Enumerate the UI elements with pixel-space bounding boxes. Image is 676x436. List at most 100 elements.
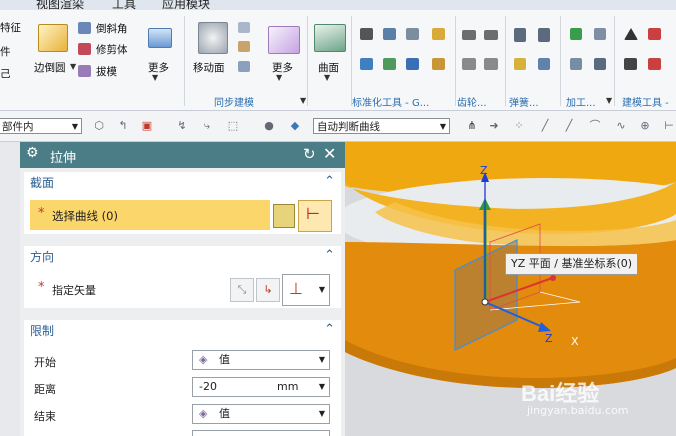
more-features-icon[interactable]: [148, 28, 172, 48]
gear-tool-icon-3[interactable]: [462, 58, 476, 70]
edge-blend-icon[interactable]: [38, 24, 68, 52]
edge-blend-button[interactable]: 边倒圆: [34, 60, 66, 75]
collapse-icon[interactable]: ⌃: [324, 171, 335, 193]
crosshair-icon[interactable]: ⊕: [638, 120, 652, 132]
spring-tool-icon-2[interactable]: [538, 28, 550, 42]
curve-icon[interactable]: ⌒: [588, 120, 602, 132]
more-features-dropdown-icon[interactable]: ▼: [152, 73, 158, 82]
sketch-section-icon[interactable]: [273, 204, 295, 228]
group-modeling-tools: 建模工具 -: [622, 98, 669, 109]
group-standard-tools: 标准化工具 - G...: [352, 98, 430, 109]
snap-icon[interactable]: ⬡: [92, 120, 106, 132]
modeling-tool-icon-2[interactable]: [648, 28, 661, 40]
line-icon[interactable]: ╱: [538, 120, 552, 132]
curve-select-icon[interactable]: ⊢: [298, 200, 332, 232]
select-tool-icon-2[interactable]: ⤷: [200, 120, 214, 132]
group-sync-dropdown-icon[interactable]: ▼: [300, 96, 306, 105]
ribbon-item-partial[interactable]: 件: [0, 44, 11, 59]
line-icon-2[interactable]: ╱: [562, 120, 576, 132]
spring-tool-icon-3[interactable]: [514, 58, 526, 70]
std-tool-icon-7[interactable]: [406, 58, 419, 70]
filter-icon[interactable]: ↰: [116, 120, 130, 132]
std-tool-icon-2[interactable]: [383, 28, 396, 40]
trim-body-icon[interactable]: [78, 43, 91, 55]
spring-tool-icon-1[interactable]: [514, 28, 526, 42]
collapse-icon[interactable]: ⌃: [324, 319, 335, 341]
spring-tool-icon-4[interactable]: [538, 58, 550, 70]
ribbon-separator: [307, 16, 308, 106]
machining-tool-icon-1[interactable]: [570, 28, 582, 40]
select-type-icon[interactable]: ▣: [140, 120, 154, 132]
menu-tools[interactable]: 工具: [112, 0, 136, 10]
more-sync-icon[interactable]: [268, 26, 300, 54]
std-tool-icon-4[interactable]: [432, 28, 445, 40]
move-face-icon[interactable]: [198, 22, 228, 54]
triangle-tool-icon[interactable]: [624, 28, 638, 40]
menu-view[interactable]: 视图: [36, 0, 60, 10]
spline-icon[interactable]: ∿: [614, 120, 628, 132]
modeling-tool-icon-4[interactable]: [648, 58, 661, 70]
box-select-icon[interactable]: ⬚: [226, 120, 240, 132]
surface-icon[interactable]: [314, 24, 346, 52]
specify-vector-label: 指定矢量: [52, 284, 96, 297]
selection-toolbar: 部件内 ▼ ⬡ ↰ ▣ ↯ ⤷ ⬚ ● ◆ 自动判断曲线 ▼ ⋔ ➜ ⁘ ╱ ╱…: [0, 111, 676, 142]
arrow-right-icon[interactable]: ➜: [487, 120, 501, 132]
points-icon[interactable]: ⁘: [512, 120, 526, 132]
reset-icon[interactable]: ↻: [303, 145, 316, 163]
draft-icon[interactable]: [78, 65, 91, 77]
next-field-partial[interactable]: [192, 430, 330, 436]
graphics-viewport[interactable]: Z Z X YZ 平面 / 基准坐标系(0) Bai经验 jingyan.bai…: [345, 142, 676, 436]
vector-type-select[interactable]: ⊥ ▼: [282, 274, 330, 306]
more-sync-dropdown-icon[interactable]: ▼: [276, 73, 282, 82]
distance-input[interactable]: -20 mm ▼: [192, 377, 330, 397]
gear-icon[interactable]: ⚙: [26, 145, 39, 161]
sync-tool-icon-3[interactable]: [238, 61, 250, 72]
resource-bar[interactable]: [0, 142, 21, 436]
machining-tool-icon-3[interactable]: [570, 58, 582, 70]
direction-header[interactable]: 方向 ⌃: [24, 246, 341, 268]
gear-tool-icon-1[interactable]: [462, 30, 476, 40]
modeling-tool-icon-3[interactable]: [624, 58, 637, 70]
model-view[interactable]: [345, 142, 676, 436]
section-header[interactable]: 截面 ⌃: [24, 172, 341, 194]
std-tool-icon-6[interactable]: [383, 58, 396, 70]
vector-dialog-icon[interactable]: ↳: [256, 278, 280, 302]
ribbon-item-partial-2[interactable]: 己: [0, 66, 11, 81]
menu-render[interactable]: 渲染: [60, 0, 84, 10]
close-icon[interactable]: ✕: [323, 144, 336, 163]
machining-tool-icon-2[interactable]: [594, 28, 606, 40]
limits-header[interactable]: 限制 ⌃: [24, 320, 341, 342]
chamfer-button[interactable]: 倒斜角: [96, 21, 128, 36]
curve-rule-select[interactable]: 自动判断曲线 ▼: [313, 118, 450, 134]
sync-tool-icon-2[interactable]: [238, 41, 250, 52]
intersect-icon[interactable]: ⋔: [465, 120, 479, 132]
draft-button[interactable]: 拔模: [96, 64, 117, 79]
edge-blend-dropdown-icon[interactable]: ▼: [70, 62, 76, 71]
std-tool-icon-3[interactable]: [406, 28, 419, 40]
ribbon-feature-partial[interactable]: 特征: [0, 20, 21, 35]
sync-tool-icon-1[interactable]: [238, 22, 250, 33]
trim-body-button[interactable]: 修剪体: [96, 42, 128, 57]
chamfer-icon[interactable]: [78, 22, 91, 34]
dialog-title-bar[interactable]: ⚙ 拉伸 ↻ ✕: [20, 142, 345, 168]
std-tool-icon-8[interactable]: [432, 58, 445, 70]
menu-app-modules[interactable]: 应用模块: [162, 0, 210, 10]
start-type-select[interactable]: ◈ 值 ▼: [192, 350, 330, 370]
end-type-select[interactable]: ◈ 值 ▼: [192, 404, 330, 424]
group-machining-dropdown-icon[interactable]: ▼: [606, 96, 612, 105]
select-tool-icon[interactable]: ↯: [175, 120, 189, 132]
machining-tool-icon-4[interactable]: [594, 58, 606, 70]
select-cube-icon[interactable]: ◆: [288, 120, 302, 132]
select-sphere-icon[interactable]: ●: [262, 120, 276, 132]
std-tool-icon-1[interactable]: [360, 28, 373, 40]
move-face-button[interactable]: 移动面: [193, 60, 225, 75]
std-tool-icon-5[interactable]: [360, 58, 373, 70]
gear-tool-icon-4[interactable]: [484, 58, 498, 70]
selection-scope-select[interactable]: 部件内 ▼: [0, 118, 82, 134]
surface-dropdown-icon[interactable]: ▼: [324, 73, 330, 82]
collapse-icon[interactable]: ⌃: [324, 245, 335, 267]
select-curve-row[interactable]: * 选择曲线 (0): [30, 200, 270, 230]
gear-tool-icon-2[interactable]: [484, 30, 498, 40]
reverse-direction-icon[interactable]: ⤡: [230, 278, 254, 302]
more-icon[interactable]: ⊢: [662, 120, 676, 132]
